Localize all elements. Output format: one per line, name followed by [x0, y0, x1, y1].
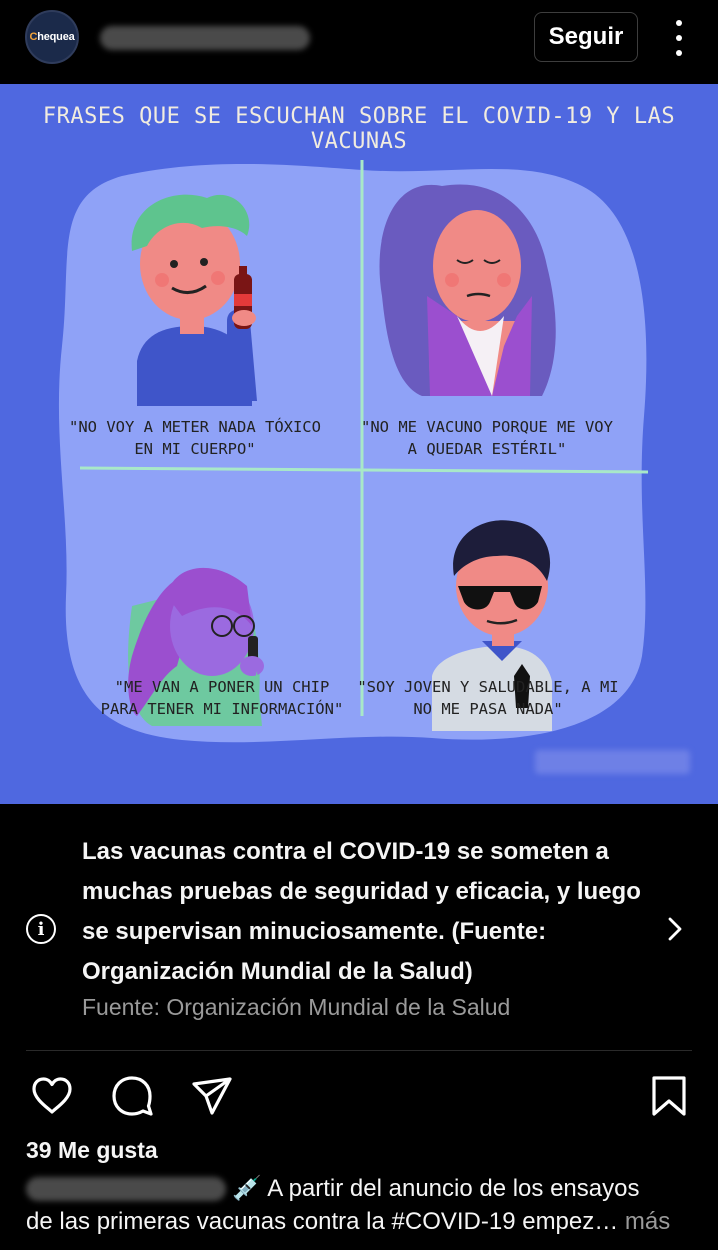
quote-panel-1: "NO VOY A METER NADA TÓXICO EN MI CUERPO… — [69, 418, 321, 458]
caption-line-1: 💉 A partir del anuncio de los ensayos — [232, 1175, 640, 1202]
divider — [26, 1050, 692, 1051]
share-icon[interactable] — [188, 1072, 236, 1120]
heart-icon[interactable] — [28, 1072, 76, 1120]
more-link[interactable]: más — [618, 1208, 670, 1235]
action-bar — [0, 1066, 718, 1126]
post-image[interactable]: FRASES QUE SE ESCUCHAN SOBRE EL COVID-19… — [0, 84, 718, 804]
info-icon: i — [26, 914, 56, 944]
bookmark-icon[interactable] — [645, 1072, 693, 1120]
post-header: Chequea Seguir — [0, 0, 718, 84]
comment-icon[interactable] — [108, 1072, 156, 1120]
info-source: Fuente: Organización Mundial de la Salud — [82, 994, 511, 1020]
info-text: Las vacunas contra el COVID-19 se somete… — [82, 838, 641, 985]
quote-panel-3: "ME VAN A PONER UN CHIP PARA TENER MI IN… — [100, 678, 344, 718]
more-options-icon[interactable] — [664, 20, 694, 56]
quote-panel-4: "SOY JOVEN Y SALUDABLE, A MI NO ME PASA … — [357, 678, 619, 718]
likes-count[interactable]: 39 Me gusta — [26, 1137, 158, 1164]
username-blurred[interactable] — [100, 26, 310, 50]
caption-username-blurred[interactable] — [26, 1177, 226, 1201]
account-avatar[interactable]: Chequea — [25, 10, 79, 64]
caption-text: de las primeras vacunas contra la #COVID… — [26, 1208, 619, 1235]
illustration-title: FRASES QUE SE ESCUCHAN SOBRE EL COVID-19… — [42, 104, 676, 154]
covid-info-panel[interactable]: i Las vacunas contra el COVID-19 se some… — [0, 804, 718, 1050]
avatar-logo: Chequea — [29, 31, 75, 43]
watermark-blurred — [535, 750, 690, 774]
quote-panel-2: "NO ME VACUNO PORQUE ME VOY A QUEDAR EST… — [361, 418, 613, 458]
caption-line-2: de las primeras vacunas contra la #COVID… — [26, 1208, 670, 1236]
chevron-right-icon[interactable] — [664, 916, 686, 942]
follow-button[interactable]: Seguir — [534, 12, 638, 62]
